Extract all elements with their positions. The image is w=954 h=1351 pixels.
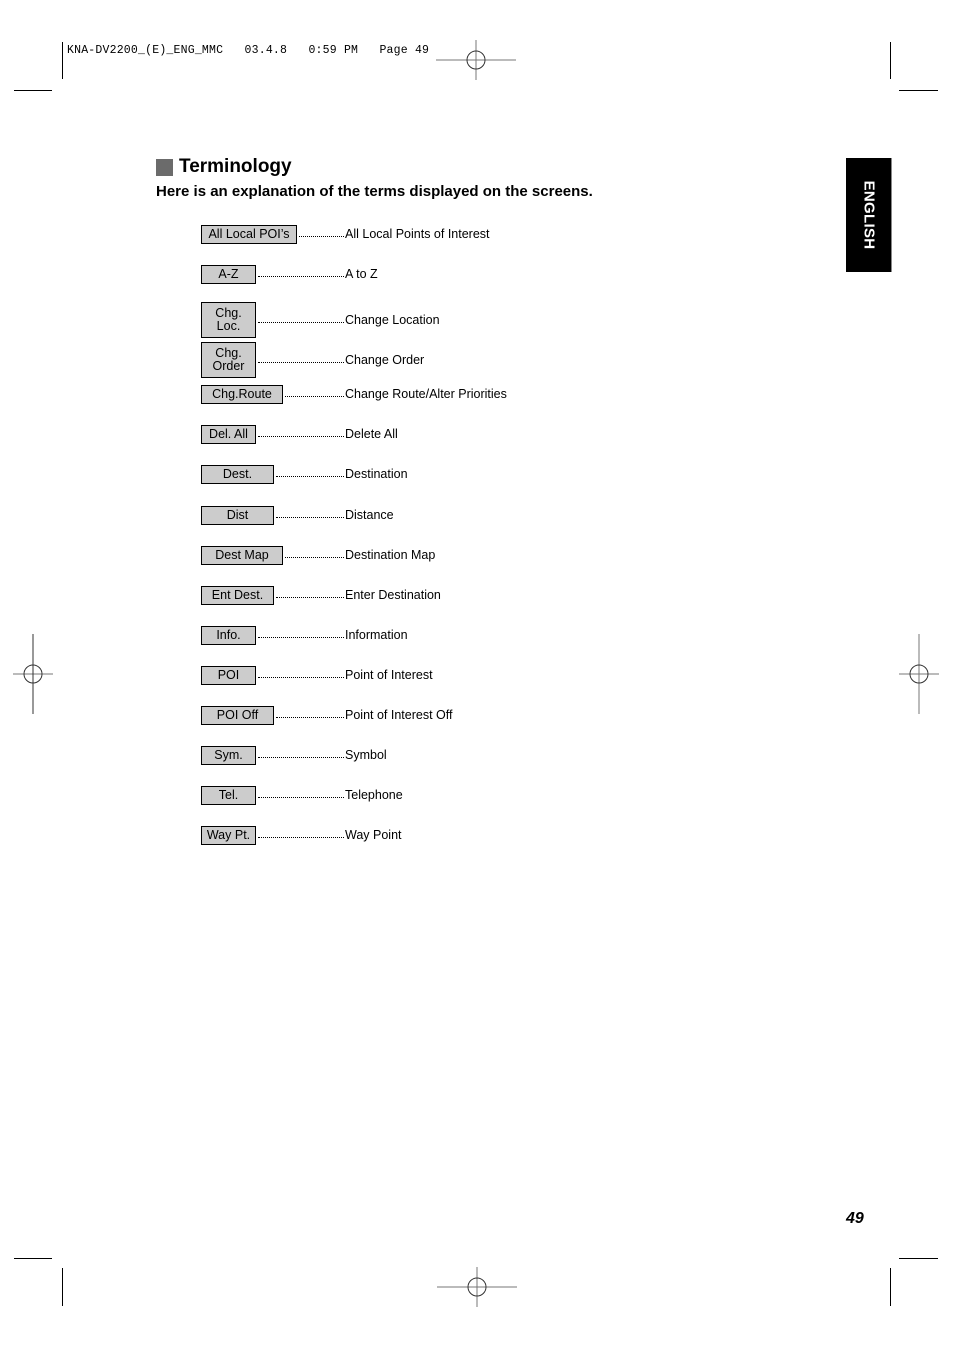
term-key-line: Order <box>212 359 245 373</box>
dotted-leader <box>258 361 344 363</box>
term-row: Dest Map Destination Map <box>201 545 435 565</box>
term-definition: Destination Map <box>345 548 436 562</box>
term-row: All Local POI’s All Local Points of Inter… <box>201 224 490 244</box>
term-key-button: All Local POI’s <box>201 224 297 244</box>
term-definition: A to Z <box>345 267 378 281</box>
term-definition: Point of Interest <box>345 668 433 682</box>
term-row: A-Z A to Z <box>201 264 378 284</box>
term-definition: Change Order <box>345 353 425 367</box>
term-key-button: POI <box>201 665 256 685</box>
registration-mark-icon <box>13 634 53 714</box>
term-definition: Point of Interest Off <box>345 708 453 722</box>
print-slug: KNA-DV2200_(E)_ENG_MMC 03.4.8 0:59 PM Pa… <box>67 44 430 57</box>
crop-mark <box>899 1258 938 1259</box>
crop-mark <box>62 42 63 79</box>
crop-mark <box>14 90 52 91</box>
term-key-button: A-Z <box>201 264 256 284</box>
page-number: 49 <box>846 1210 864 1227</box>
term-key-button: Dist <box>201 505 274 525</box>
heading-square-icon <box>156 158 173 176</box>
dotted-leader <box>276 475 344 477</box>
term-definition: Telephone <box>345 788 403 802</box>
dotted-leader <box>299 235 344 237</box>
crop-mark <box>890 1268 891 1306</box>
term-row: Chg.Route Change Route/Alter Priorities <box>201 384 507 404</box>
term-row: Dest. Destination <box>201 464 408 484</box>
dotted-leader <box>285 395 344 397</box>
dotted-leader <box>258 636 344 638</box>
term-definition: Distance <box>345 508 394 522</box>
dotted-leader <box>276 596 344 598</box>
term-row: Sym. Symbol <box>201 745 387 765</box>
dotted-leader <box>258 275 344 277</box>
term-row: POI Point of Interest <box>201 665 433 685</box>
dotted-leader <box>258 796 344 798</box>
term-row: Chg. Order Change Order <box>201 342 424 378</box>
crop-mark <box>62 1268 63 1306</box>
crop-mark <box>14 1258 52 1259</box>
term-row: Info. Information <box>201 625 408 645</box>
term-row: Tel. Telephone <box>201 785 403 805</box>
registration-mark-icon <box>436 40 516 80</box>
term-key-line: Loc. <box>216 319 241 333</box>
term-row: Del. All Delete All <box>201 424 398 444</box>
dotted-leader <box>258 435 344 437</box>
term-key-button: Tel. <box>201 785 256 805</box>
term-definition: Enter Destination <box>345 588 441 602</box>
term-key-button: Dest. <box>201 464 274 484</box>
term-row: POI Off Point of Interest Off <box>201 705 452 725</box>
dotted-leader <box>258 756 344 758</box>
term-key-button: Dest Map <box>201 545 283 565</box>
crop-mark <box>899 90 938 91</box>
term-definition: All Local Points of Interest <box>345 227 490 241</box>
term-definition: Delete All <box>345 427 398 441</box>
registration-mark-icon <box>437 1267 517 1307</box>
term-definition: Destination <box>345 467 408 481</box>
term-key-button: POI Off <box>201 705 274 725</box>
crop-mark <box>890 42 891 79</box>
term-key-button: Chg. Loc. <box>201 302 256 338</box>
term-key-button: Ent Dest. <box>201 585 274 605</box>
page-subtitle: Here is an explanation of the terms disp… <box>156 183 593 200</box>
dotted-leader <box>258 676 344 678</box>
term-key-button: Info. <box>201 625 256 645</box>
term-key-button: Sym. <box>201 745 256 765</box>
term-definition: Information <box>345 628 408 642</box>
language-tab-label: ENGLISH <box>860 180 877 250</box>
term-key-button: Chg. Order <box>201 342 256 378</box>
term-row: Dist Distance <box>201 505 394 525</box>
dotted-leader <box>258 836 344 838</box>
term-definition: Change Location <box>345 313 440 327</box>
term-key-button: Chg.Route <box>201 384 283 404</box>
dotted-leader <box>285 556 344 558</box>
term-key-button: Del. All <box>201 424 256 444</box>
term-row: Ent Dest. Enter Destination <box>201 585 441 605</box>
registration-mark-icon <box>899 634 939 714</box>
term-key-button: Way Pt. <box>201 825 256 845</box>
dotted-leader <box>258 321 344 323</box>
term-definition: Change Route/Alter Priorities <box>345 387 507 401</box>
term-definition: Symbol <box>345 748 387 762</box>
term-row: Way Pt. Way Point <box>201 825 402 845</box>
language-tab: ENGLISH <box>846 158 892 272</box>
term-definition: Way Point <box>345 828 402 842</box>
dotted-leader <box>276 516 344 518</box>
section-heading: Terminology <box>156 156 292 178</box>
dotted-leader <box>276 716 344 718</box>
page-title: Terminology <box>179 156 292 177</box>
term-row: Chg. Loc. Change Location <box>201 302 440 338</box>
